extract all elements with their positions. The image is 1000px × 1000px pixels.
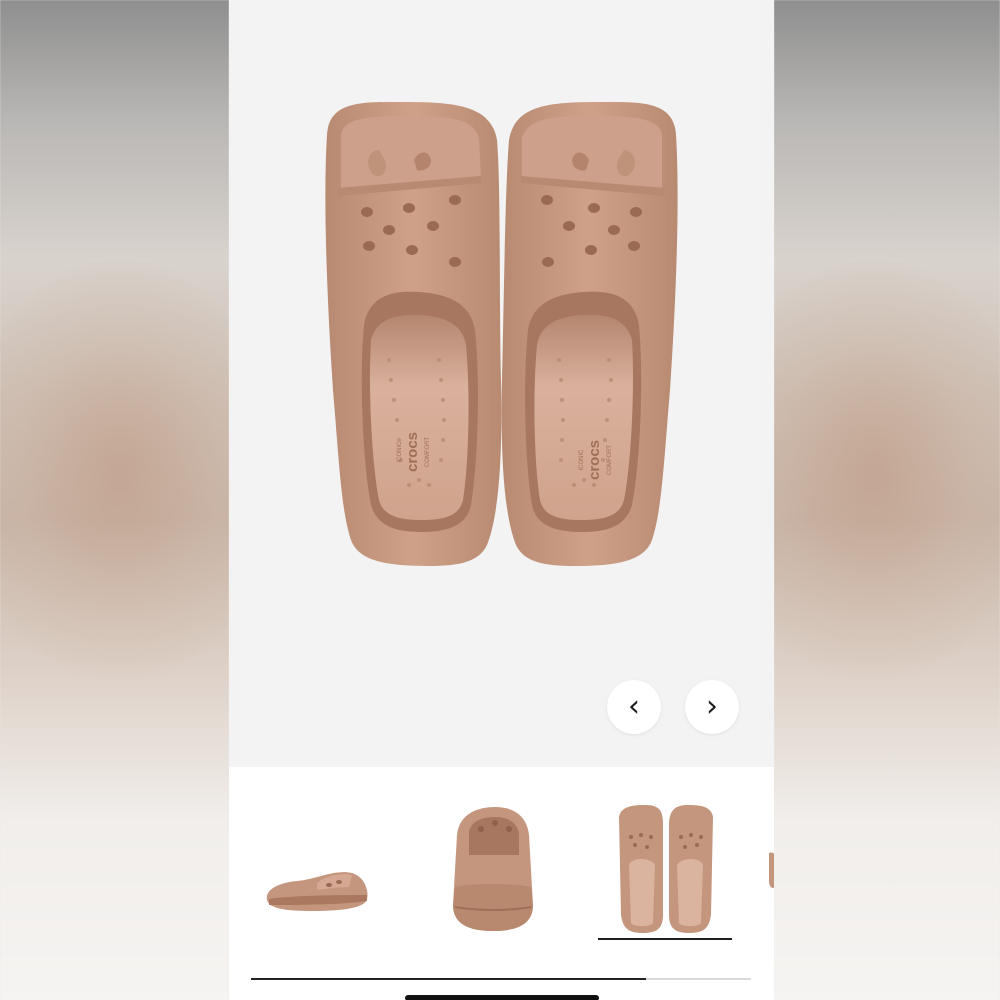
home-indicator[interactable]: [405, 995, 599, 1000]
thumbnail-side-view[interactable]: [257, 795, 387, 945]
thumbnail-partial[interactable]: [759, 795, 774, 945]
sandal-pair-top-view: crocs ICONIC COMFORT crocs ICONIC COMFOR…: [325, 101, 678, 567]
brand-logo-right-upper: ICONIC: [579, 449, 585, 471]
backdrop-left: [0, 0, 280, 1000]
selected-thumbnail-indicator: [598, 938, 732, 940]
previous-image-button[interactable]: ‹: [607, 680, 661, 734]
scrollbar-thumb[interactable]: [251, 978, 646, 980]
next-image-button[interactable]: ›: [685, 680, 739, 734]
thumbnail-scrollbar[interactable]: [251, 978, 751, 980]
thumbnail-back-view[interactable]: [429, 795, 559, 945]
chevron-left-icon: ‹: [628, 689, 640, 724]
brand-logo-right-lower: COMFORT: [607, 445, 613, 476]
brand-logo-left-lower: COMFORT: [425, 437, 431, 468]
brand-logo-left: crocs: [404, 432, 421, 472]
left-sandal: crocs ICONIC COMFORT: [325, 101, 502, 566]
thumbnail-top-view[interactable]: [601, 795, 731, 945]
thumbnail-strip: [229, 767, 774, 1000]
product-hero-image[interactable]: crocs ICONIC COMFORT crocs ICONIC COMFOR…: [229, 0, 774, 767]
brand-logo-right: crocs: [586, 440, 603, 480]
brand-logo-left-upper: ICONIC: [397, 441, 403, 463]
backdrop-right: [714, 0, 1000, 1000]
product-screen: crocs ICONIC COMFORT crocs ICONIC COMFOR…: [229, 0, 774, 1000]
chevron-right-icon: ›: [706, 689, 718, 724]
right-sandal: crocs ICONIC COMFORT: [501, 101, 678, 567]
